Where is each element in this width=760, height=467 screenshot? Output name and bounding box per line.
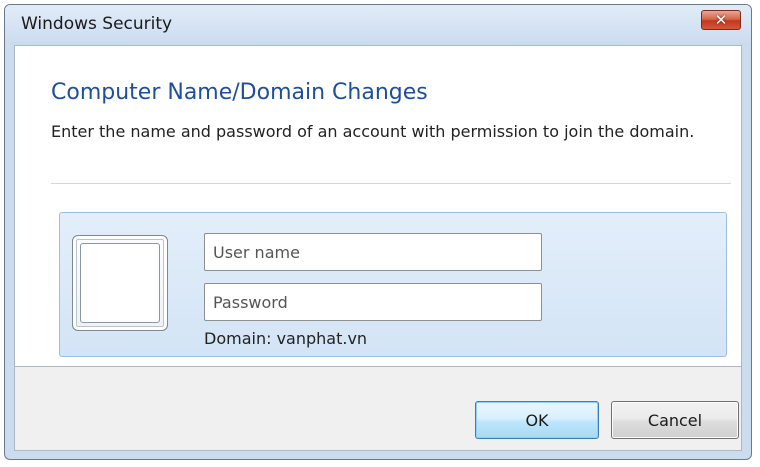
close-icon: ✕: [714, 10, 728, 29]
close-button[interactable]: ✕: [701, 10, 741, 30]
avatar: [80, 243, 160, 323]
divider: [51, 183, 731, 184]
username-input[interactable]: [204, 233, 542, 271]
ok-button[interactable]: OK: [475, 401, 599, 439]
domain-label: Domain: vanphat.vn: [204, 329, 368, 348]
cancel-button[interactable]: Cancel: [611, 401, 739, 439]
password-input[interactable]: [204, 283, 542, 321]
window-title: Windows Security: [21, 14, 173, 34]
dialog-instruction: Enter the name and password of an accoun…: [51, 122, 695, 141]
credential-panel: Domain: vanphat.vn: [59, 212, 727, 357]
title-bar[interactable]: Windows Security ✕: [5, 5, 751, 45]
security-dialog: Windows Security ✕ Computer Name/Domain …: [4, 4, 752, 460]
dialog-content: Computer Name/Domain Changes Enter the n…: [14, 45, 742, 367]
user-tile-icon: [72, 235, 168, 331]
dialog-heading: Computer Name/Domain Changes: [51, 80, 428, 105]
